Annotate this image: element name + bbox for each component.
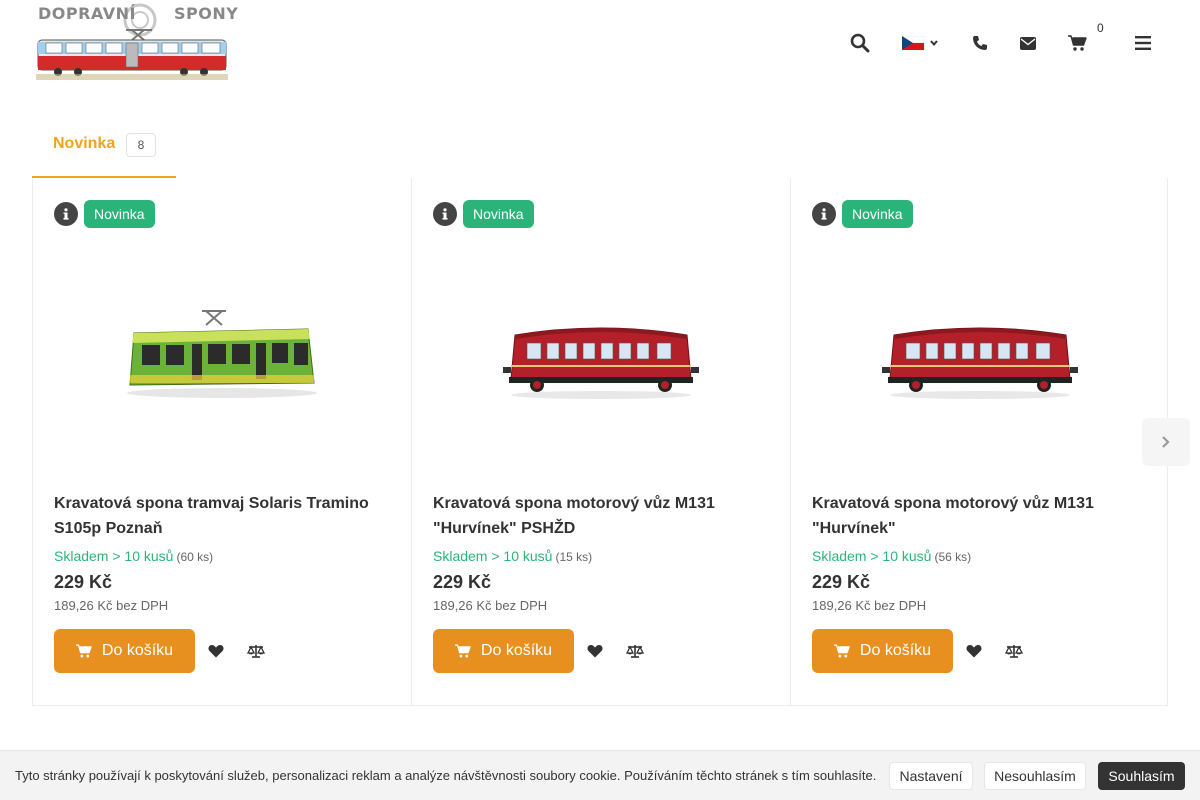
language-selector[interactable]	[898, 28, 942, 58]
product-image[interactable]	[54, 233, 390, 473]
cookie-settings-button[interactable]: Nastavení	[889, 762, 973, 790]
product-image[interactable]	[812, 233, 1148, 473]
green-tram-image	[127, 310, 317, 398]
menu-icon[interactable]	[1128, 28, 1158, 58]
product-card: Novinka	[411, 178, 790, 705]
red-railcar-image	[503, 327, 699, 399]
add-to-cart-button[interactable]: Do košíku	[812, 629, 953, 673]
chevron-down-icon	[929, 40, 938, 47]
stock-count: (15 ks)	[555, 550, 593, 564]
stock-status: Skladem > 10 kusů (56 ks)	[812, 548, 971, 564]
tab-label: Novinka	[53, 135, 116, 152]
product-carousel: Novinka Kravatová spona tramvaj Solaris …	[32, 178, 1168, 706]
product-card: Novinka	[33, 178, 412, 705]
product-tabs: Novinka 8	[32, 120, 1168, 178]
tab-count-badge: 8	[126, 133, 156, 157]
product-card: Novinka	[790, 178, 1169, 705]
compare-scale-icon[interactable]	[244, 639, 268, 663]
logo-text-right: SPONY	[174, 4, 239, 23]
cart-count-badge: 0	[1097, 21, 1104, 35]
stock-text: Skladem > 10 kusů	[433, 548, 553, 564]
heart-icon[interactable]	[204, 639, 228, 663]
product-price-without-vat: 189,26 Kč bez DPH	[54, 598, 169, 613]
novelty-badge: Novinka	[842, 200, 913, 228]
cart-icon	[75, 644, 92, 658]
cart-icon[interactable]	[1062, 28, 1092, 58]
product-price: 229 Kč	[812, 572, 871, 592]
envelope-icon[interactable]	[1013, 28, 1043, 58]
header-toolbar	[0, 28, 1200, 58]
chevron-right-icon	[1162, 436, 1170, 448]
novelty-badge: Novinka	[463, 200, 534, 228]
carousel-next-button[interactable]	[1142, 418, 1190, 466]
product-price-without-vat: 189,26 Kč bez DPH	[433, 598, 548, 613]
product-name[interactable]: Kravatová spona tramvaj Solaris Tramino …	[54, 491, 394, 541]
cookie-accept-button[interactable]: Souhlasím	[1098, 762, 1185, 790]
add-to-cart-label: Do košíku	[480, 642, 553, 659]
phone-icon[interactable]	[965, 28, 995, 58]
stock-status: Skladem > 10 kusů (60 ks)	[54, 548, 213, 564]
heart-icon[interactable]	[583, 639, 607, 663]
cookie-text: Tyto stránky používají k poskytování slu…	[15, 768, 877, 783]
compare-scale-icon[interactable]	[623, 639, 647, 663]
heart-icon[interactable]	[962, 639, 986, 663]
cookie-decline-button[interactable]: Nesouhlasím	[984, 762, 1086, 790]
logo-text-left: DOPRAVNÍ	[38, 4, 136, 23]
cookie-consent-bar: Tyto stránky používají k poskytování slu…	[0, 750, 1200, 800]
product-name[interactable]: Kravatová spona motorový vůz M131 "Hurví…	[433, 491, 773, 541]
product-price: 229 Kč	[433, 572, 492, 592]
red-railcar-image	[882, 327, 1078, 399]
add-to-cart-button[interactable]: Do košíku	[433, 629, 574, 673]
site-header: DOPRAVNÍ SPONY 0	[0, 0, 1200, 95]
compare-scale-icon[interactable]	[1002, 639, 1026, 663]
czech-flag-icon	[901, 36, 924, 50]
stock-count: (60 ks)	[176, 550, 214, 564]
novelty-badge: Novinka	[84, 200, 155, 228]
add-to-cart-label: Do košíku	[101, 642, 174, 659]
add-to-cart-button[interactable]: Do košíku	[54, 629, 195, 673]
product-image[interactable]	[433, 233, 769, 473]
tab-novinka[interactable]: Novinka 8	[32, 120, 176, 178]
info-icon[interactable]	[433, 202, 457, 226]
cart-icon	[454, 644, 471, 658]
cart-icon	[833, 644, 850, 658]
add-to-cart-label: Do košíku	[859, 642, 932, 659]
stock-text: Skladem > 10 kusů	[812, 548, 932, 564]
stock-status: Skladem > 10 kusů (15 ks)	[433, 548, 592, 564]
info-icon[interactable]	[812, 202, 836, 226]
search-icon[interactable]	[845, 28, 875, 58]
product-price: 229 Kč	[54, 572, 113, 592]
product-price-without-vat: 189,26 Kč bez DPH	[812, 598, 927, 613]
info-icon[interactable]	[54, 202, 78, 226]
stock-text: Skladem > 10 kusů	[54, 548, 174, 564]
stock-count: (56 ks)	[934, 550, 972, 564]
product-name[interactable]: Kravatová spona motorový vůz M131 "Hurví…	[812, 491, 1152, 541]
